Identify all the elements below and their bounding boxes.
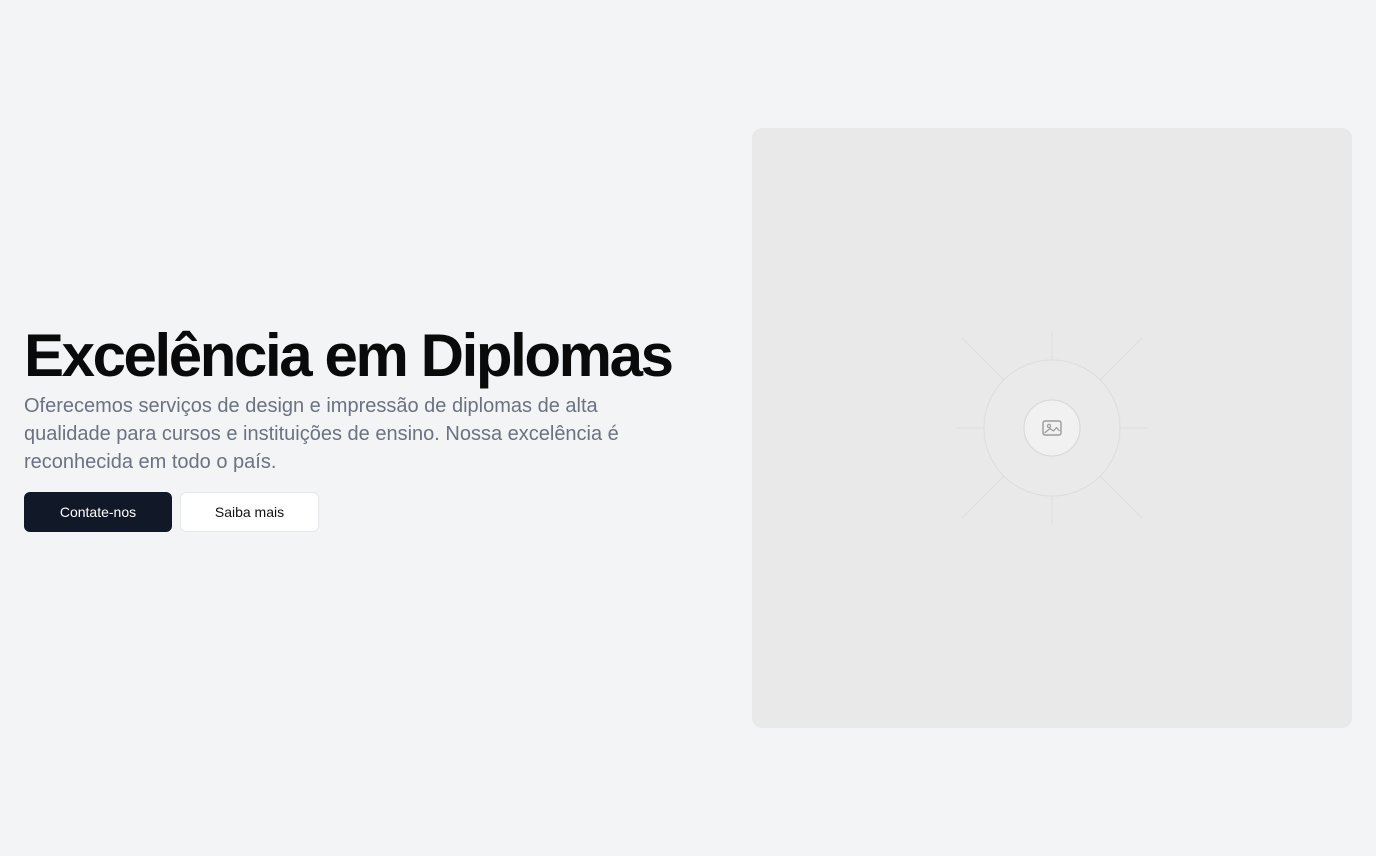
hero-title: Excelência em Diplomas bbox=[24, 322, 674, 389]
learn-more-button[interactable]: Saiba mais bbox=[180, 492, 319, 532]
hero-image-placeholder bbox=[752, 128, 1352, 728]
contact-button[interactable]: Contate-nos bbox=[24, 492, 172, 532]
hero-actions: Contate-nos Saiba mais bbox=[24, 492, 724, 532]
hero-description: Oferecemos serviços de design e impressã… bbox=[24, 395, 619, 473]
image-icon bbox=[1042, 420, 1062, 436]
hero-content: Excelência em Diplomas Oferecemos serviç… bbox=[24, 320, 724, 532]
hero-section: Excelência em Diplomas Oferecemos serviç… bbox=[0, 0, 1376, 856]
